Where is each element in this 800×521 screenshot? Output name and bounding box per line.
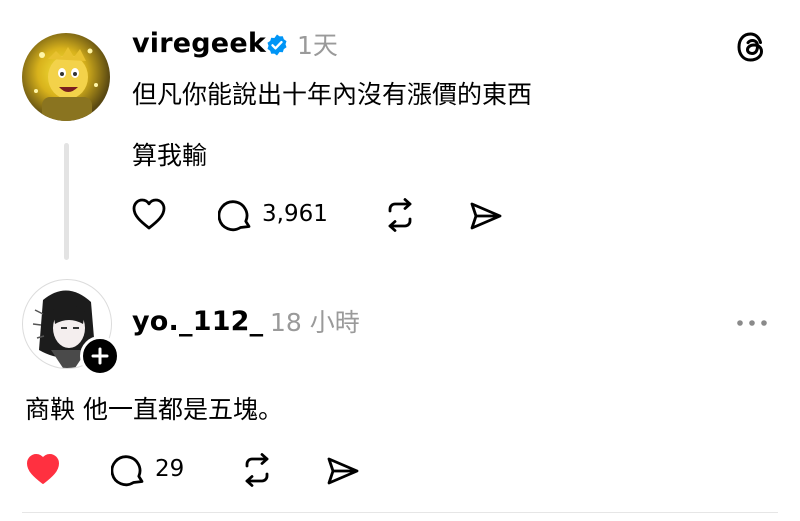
reply-like-button[interactable] bbox=[25, 452, 61, 486]
post-repost-button[interactable] bbox=[381, 197, 419, 233]
post-like-button[interactable] bbox=[131, 197, 167, 231]
repost-icon bbox=[245, 453, 269, 487]
reply-comment-button[interactable] bbox=[111, 452, 147, 488]
verified-badge-icon bbox=[265, 33, 289, 57]
more-options-button[interactable] bbox=[735, 313, 769, 333]
follow-button[interactable] bbox=[80, 336, 120, 376]
post-comment-button[interactable] bbox=[218, 197, 254, 233]
thread-connector-line bbox=[64, 143, 69, 260]
more-icon bbox=[737, 320, 767, 326]
post-text-line-2: 算我輸 bbox=[132, 141, 208, 170]
follow-plus-icon bbox=[91, 347, 109, 365]
heart-filled-icon bbox=[27, 454, 59, 484]
share-icon bbox=[470, 202, 502, 230]
comment-icon bbox=[111, 455, 144, 487]
post-avatar[interactable] bbox=[22, 33, 110, 121]
threads-logo-icon[interactable] bbox=[733, 29, 769, 65]
post-text-line-1: 但凡你能說出十年內沒有漲價的東西 bbox=[132, 80, 533, 109]
reply-reply-count: 29 bbox=[155, 456, 185, 482]
comment-icon bbox=[218, 200, 251, 232]
reply-timestamp: 18 小時 bbox=[270, 308, 360, 337]
post-username[interactable]: viregeek bbox=[132, 30, 266, 57]
repost-icon bbox=[388, 198, 412, 232]
heart-icon bbox=[132, 198, 166, 230]
reply-text: 商鞅 他一直都是五塊。 bbox=[25, 395, 283, 424]
post-share-button[interactable] bbox=[468, 200, 504, 232]
share-icon bbox=[327, 457, 359, 485]
reply-share-button[interactable] bbox=[325, 455, 361, 487]
post-reply-count: 3,961 bbox=[262, 201, 328, 227]
divider bbox=[22, 512, 778, 513]
post-timestamp: 1天 bbox=[297, 31, 338, 60]
avatar-image bbox=[34, 47, 98, 121]
reply-repost-button[interactable] bbox=[238, 452, 276, 488]
reply-username[interactable]: yo._112_ bbox=[132, 308, 263, 335]
